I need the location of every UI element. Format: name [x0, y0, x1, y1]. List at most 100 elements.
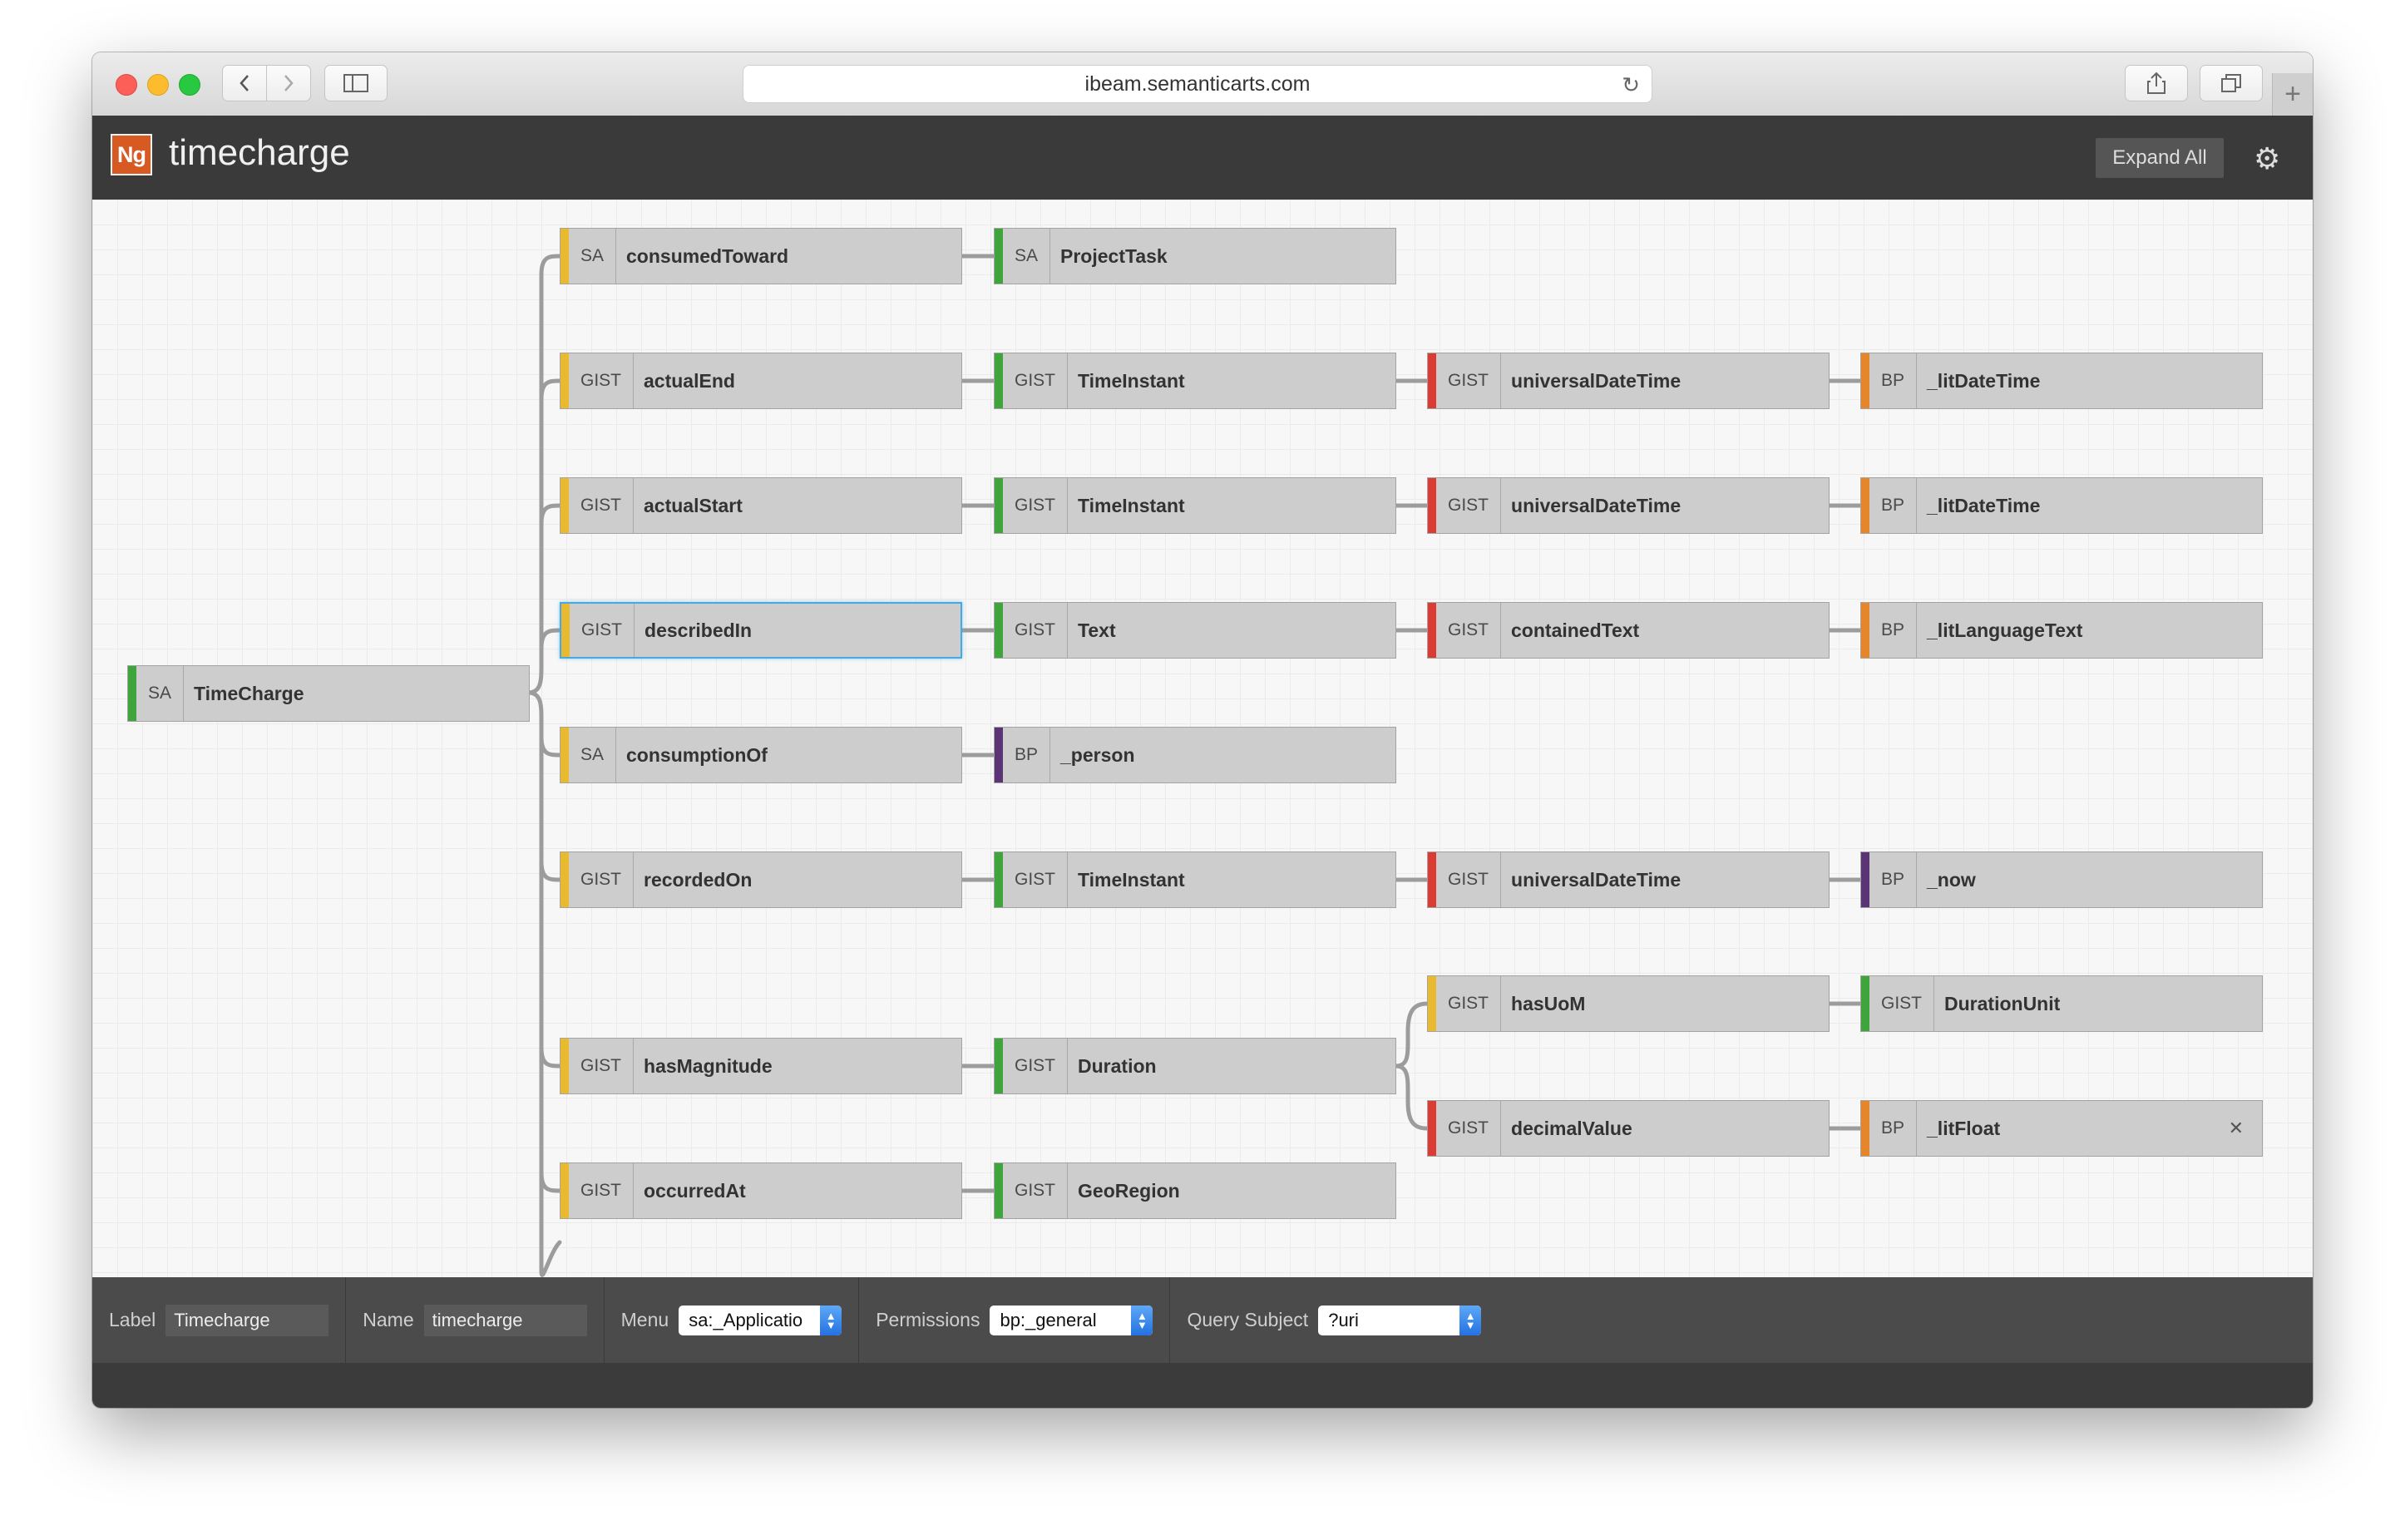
edge-to-r8 [539, 1170, 562, 1193]
node-duration-unit[interactable]: GIST DurationUnit [1860, 975, 2263, 1032]
type-bar [1861, 1101, 1869, 1156]
sidebar-toggle-button[interactable] [324, 65, 388, 101]
node-lit-float[interactable]: BP _litFloat ✕ [1860, 1100, 2263, 1157]
type-bar [1428, 603, 1436, 658]
node-time-instant[interactable]: GIST TimeInstant [994, 851, 1396, 908]
share-icon [2147, 72, 2165, 94]
edge-to-r7 [539, 1045, 562, 1069]
menu-caption: Menu [620, 1309, 669, 1330]
node-time-instant[interactable]: GIST TimeInstant [994, 353, 1396, 409]
node-prefix: GIST [1003, 478, 1069, 533]
node-consumed-toward[interactable]: SA consumedToward [560, 228, 962, 284]
permissions-caption: Permissions [876, 1309, 980, 1330]
gear-icon[interactable]: ⚙ [2254, 141, 2280, 176]
node-text[interactable]: GIST Text [994, 602, 1396, 659]
node-occurred-at[interactable]: GIST occurredAt [560, 1162, 962, 1219]
edge-to-r2 [539, 378, 562, 402]
app-logo: Ng [111, 134, 152, 175]
node-lit-language-text[interactable]: BP _litLanguageText [1860, 602, 2263, 659]
node-label: Duration [1078, 1054, 1157, 1077]
close-icon[interactable]: ✕ [2229, 1118, 2244, 1139]
expand-all-button[interactable]: Expand All [2096, 138, 2224, 178]
menu-group: Menu sa:_Applicatio ▲ ▼ [605, 1277, 860, 1363]
type-bar [561, 478, 569, 533]
node-label: containedText [1511, 619, 1640, 641]
close-window-button[interactable] [116, 74, 137, 96]
address-bar[interactable]: ibeam.semanticarts.com ↻ [743, 65, 1652, 103]
node-has-magnitude[interactable]: GIST hasMagnitude [560, 1038, 962, 1094]
node-lit-date-time[interactable]: BP _litDateTime [1860, 477, 2263, 534]
node-prefix: GIST [569, 353, 635, 408]
sidebar-icon [343, 74, 368, 92]
node-label: DurationUnit [1944, 992, 2061, 1014]
node-label: Text [1078, 619, 1116, 641]
type-bar [561, 852, 569, 907]
query-subject-select[interactable]: ?uri ▲ ▼ [1318, 1305, 1482, 1335]
node-prefix: GIST [1869, 976, 1935, 1031]
node-project-task[interactable]: SA ProjectTask [994, 228, 1396, 284]
node-consumption-of[interactable]: SA consumptionOf [560, 727, 962, 783]
node-label: TimeInstant [1078, 868, 1185, 891]
query-subject-group: Query Subject ?uri ▲ ▼ [1170, 1277, 1498, 1363]
node-label: GeoRegion [1078, 1179, 1180, 1202]
menu-select[interactable]: sa:_Applicatio ▲ ▼ [679, 1305, 842, 1335]
type-bar [128, 666, 136, 721]
status-bar [92, 1363, 2313, 1408]
node-lit-date-time[interactable]: BP _litDateTime [1860, 353, 2263, 409]
share-button[interactable] [2125, 65, 2188, 101]
type-bar [561, 353, 569, 408]
browser-window: ibeam.semanticarts.com ↻ + Ng timecharge… [92, 52, 2313, 1408]
type-bar [995, 1163, 1003, 1218]
node-prefix: BP [1869, 852, 1918, 907]
reload-icon[interactable]: ↻ [1622, 72, 1640, 98]
back-button[interactable] [222, 65, 267, 101]
node-root[interactable]: SA TimeCharge [127, 665, 530, 722]
type-bar [995, 478, 1003, 533]
node-has-uom[interactable]: GIST hasUoM [1427, 975, 1830, 1032]
node-prefix: SA [569, 229, 617, 284]
node-universal-date-time[interactable]: GIST universalDateTime [1427, 851, 1830, 908]
node-person[interactable]: BP _person [994, 727, 1396, 783]
node-universal-date-time[interactable]: GIST universalDateTime [1427, 353, 1830, 409]
type-bar [1428, 478, 1436, 533]
node-recorded-on[interactable]: GIST recordedOn [560, 851, 962, 908]
node-duration[interactable]: GIST Duration [994, 1038, 1396, 1094]
node-now[interactable]: BP _now [1860, 851, 2263, 908]
node-geo-region[interactable]: GIST GeoRegion [994, 1162, 1396, 1219]
node-prefix: GIST [569, 478, 635, 533]
node-universal-date-time[interactable]: GIST universalDateTime [1427, 477, 1830, 534]
graph-canvas[interactable]: SA TimeCharge SA consumedToward SA Proje… [92, 200, 2313, 1277]
node-decimal-value[interactable]: GIST decimalValue [1427, 1100, 1830, 1157]
edge-root-down [526, 690, 544, 723]
node-label: _litFloat [1927, 1117, 2001, 1139]
tabs-overview-button[interactable] [2200, 65, 2263, 101]
tabs-icon [2221, 74, 2241, 92]
forward-button[interactable] [266, 65, 311, 101]
node-actual-end[interactable]: GIST actualEnd [560, 353, 962, 409]
node-prefix: BP [1869, 1101, 1918, 1156]
edge-to-r1 [539, 254, 562, 668]
node-label: recordedOn [644, 868, 753, 891]
node-contained-text[interactable]: GIST containedText [1427, 602, 1830, 659]
browser-toolbar: ibeam.semanticarts.com ↻ + [92, 52, 2313, 116]
node-label: describedIn [644, 619, 753, 641]
node-label: ProjectTask [1060, 244, 1168, 267]
node-label: universalDateTime [1511, 494, 1682, 516]
select-stepper-icon: ▲ ▼ [1459, 1305, 1482, 1335]
new-tab-button[interactable]: + [2272, 73, 2313, 116]
permissions-select-value: bp:_general [1000, 1309, 1097, 1330]
permissions-select[interactable]: bp:_general ▲ ▼ [990, 1305, 1153, 1335]
type-bar [561, 1039, 569, 1093]
node-prefix: GIST [1436, 976, 1502, 1031]
node-time-instant[interactable]: GIST TimeInstant [994, 477, 1396, 534]
minimize-window-button[interactable] [147, 74, 169, 96]
properties-bar: Label Timecharge Name timecharge Menu sa… [92, 1277, 2313, 1363]
node-label: actualEnd [644, 369, 735, 392]
node-actual-start[interactable]: GIST actualStart [560, 477, 962, 534]
node-prefix: GIST [569, 1163, 635, 1218]
zoom-window-button[interactable] [179, 74, 200, 96]
label-field[interactable]: Timecharge [165, 1304, 329, 1336]
name-field[interactable]: timecharge [423, 1304, 587, 1336]
node-prefix: GIST [1436, 603, 1502, 658]
node-described-in[interactable]: GIST describedIn [560, 602, 962, 659]
